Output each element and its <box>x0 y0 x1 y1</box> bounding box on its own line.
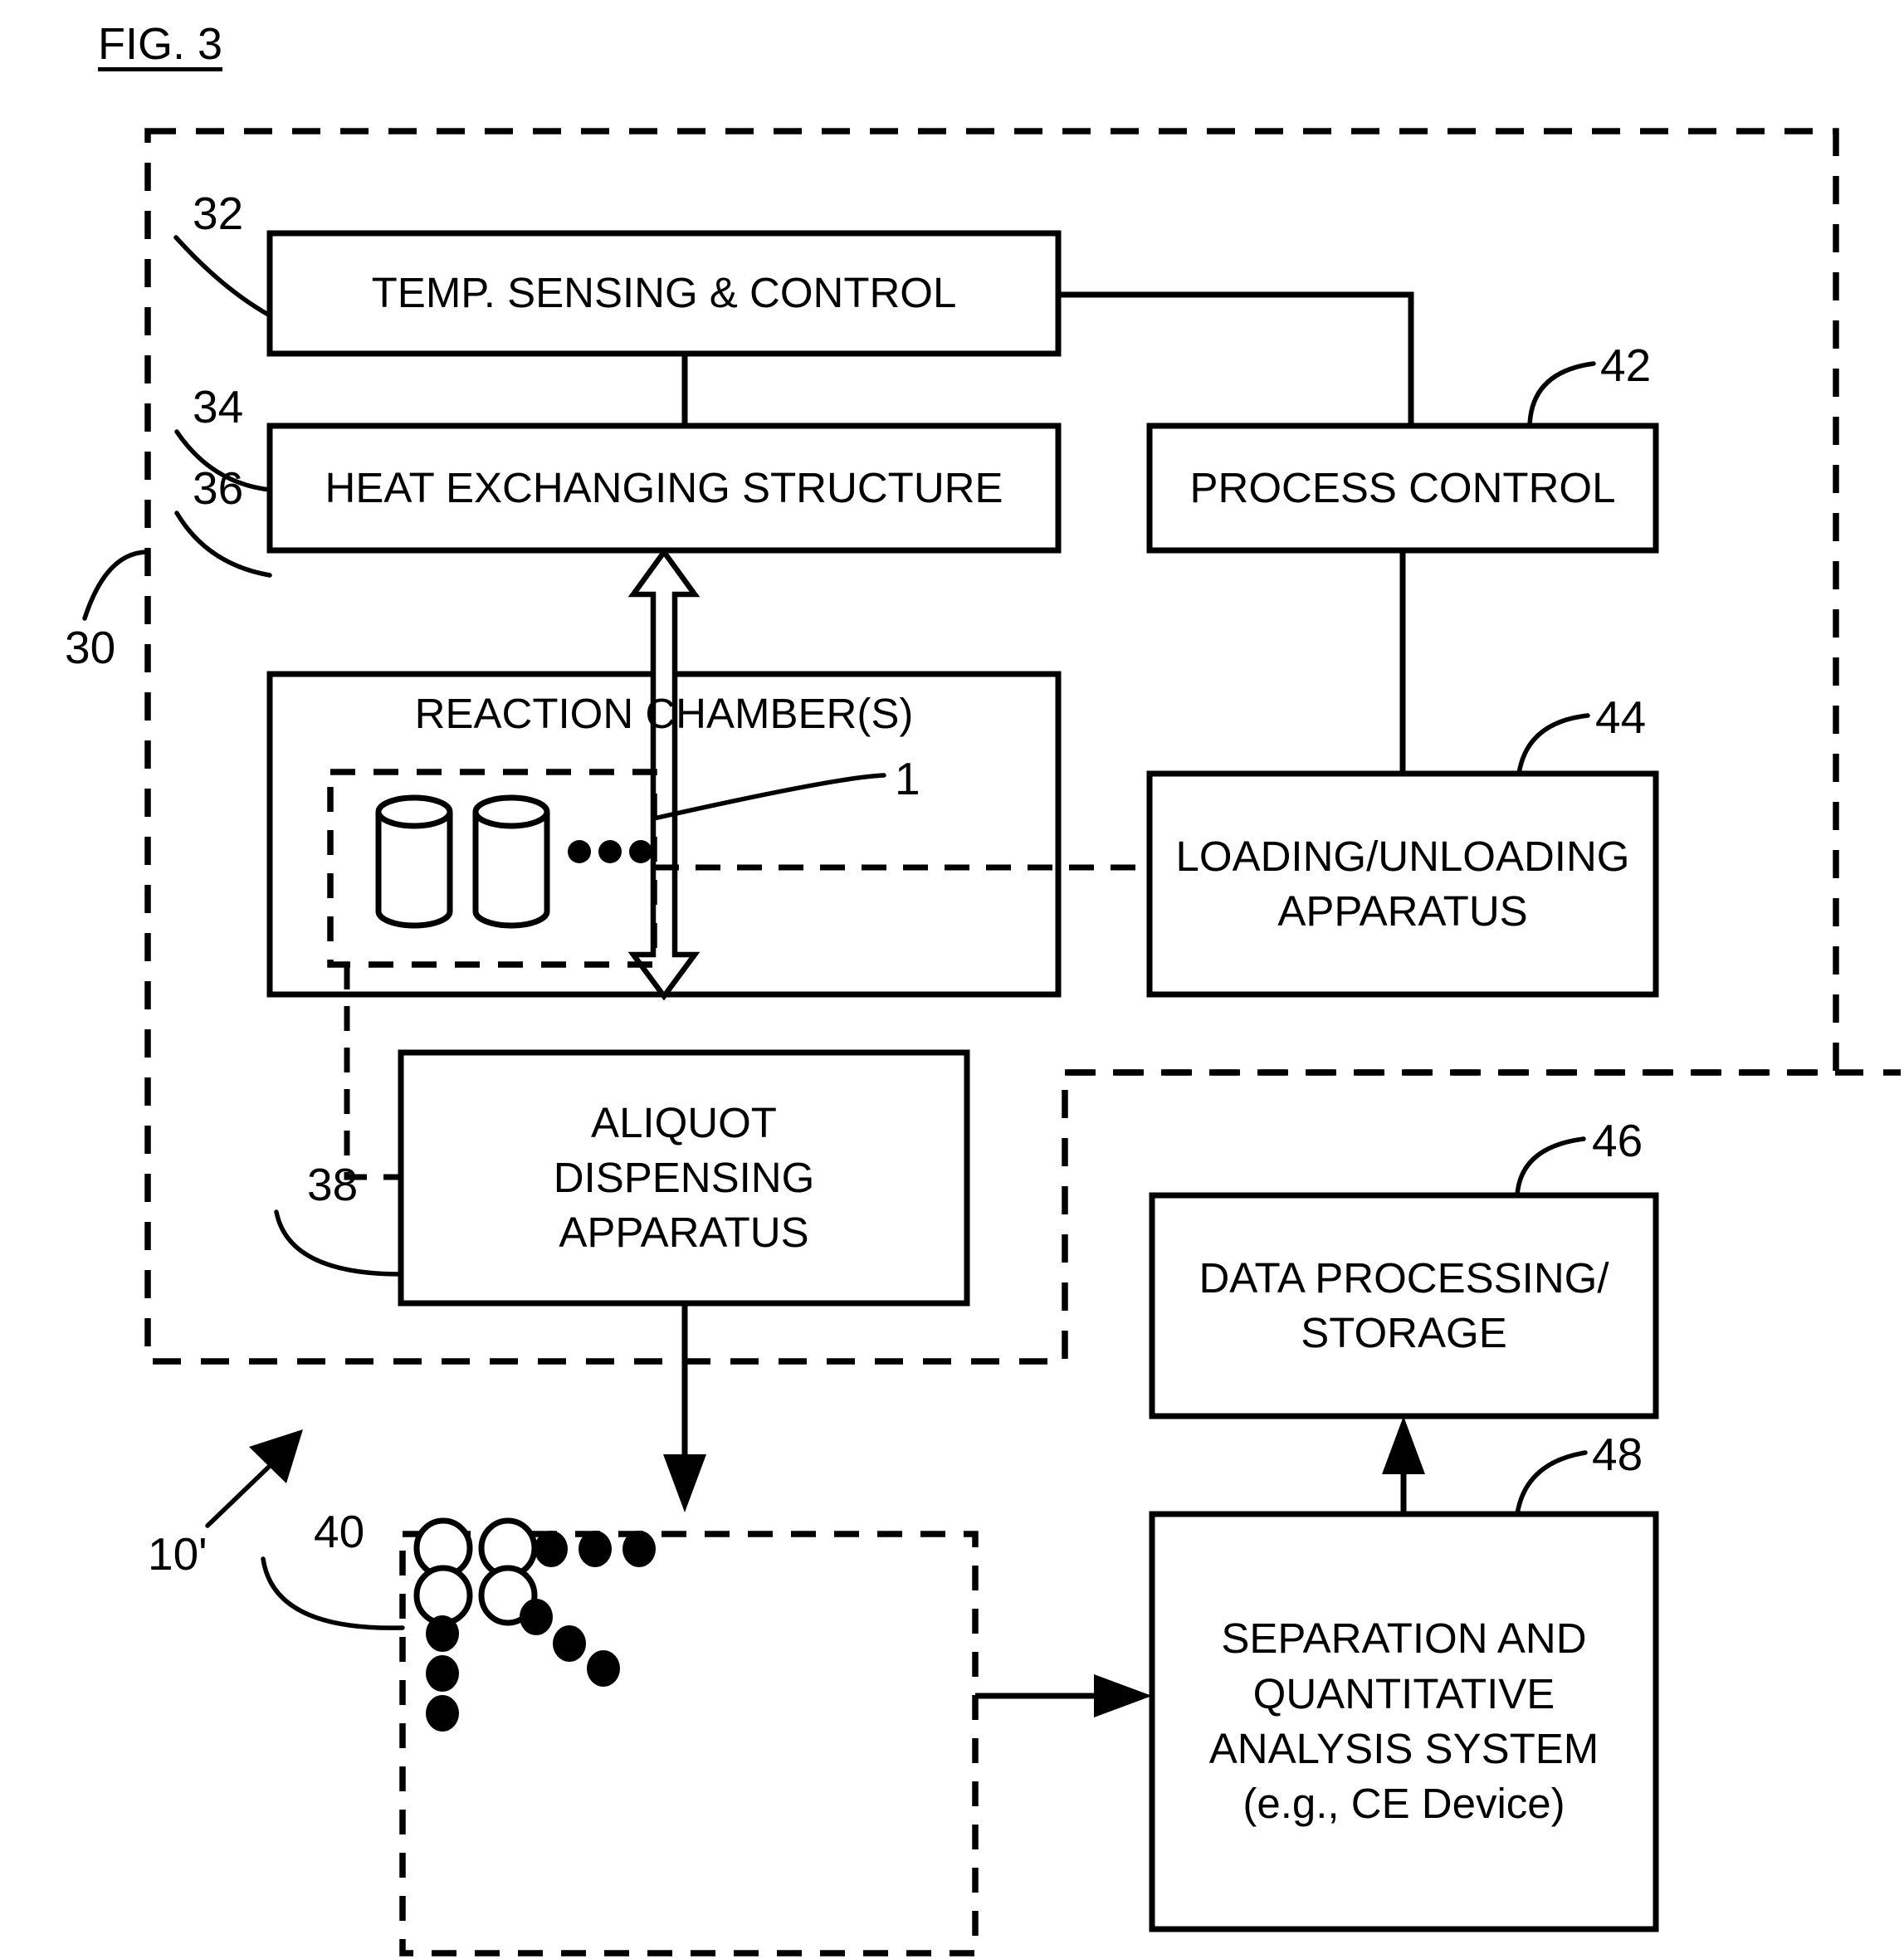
leader-44 <box>1516 713 1590 776</box>
refnum-36: 36 <box>193 462 244 514</box>
arrowhead-aliquot-to-array <box>663 1454 706 1512</box>
leader-36 <box>174 511 272 578</box>
label-aliquot-dispensing: ALIQUOT DISPENSING APPARATUS <box>553 1098 815 1257</box>
refnum-30: 30 <box>65 622 116 673</box>
refnum-40: 40 <box>314 1506 365 1557</box>
well-filled-diag-3 <box>587 1650 620 1687</box>
vial-ellipsis-dot-3 <box>629 840 652 863</box>
well-filled-col-2 <box>426 1655 459 1692</box>
well-filled-r1-2 <box>579 1531 612 1567</box>
label-process-control: PROCESS CONTROL <box>1189 463 1616 511</box>
refnum-46: 46 <box>1592 1115 1643 1166</box>
well-filled-diag-2 <box>553 1625 586 1662</box>
well-filled-col-3 <box>426 1695 459 1732</box>
well-filled-r1-3 <box>622 1531 656 1567</box>
vial-ellipsis-dot-1 <box>568 840 591 863</box>
refnum-34: 34 <box>193 381 244 432</box>
well-filled-r1-1 <box>535 1531 568 1567</box>
label-reaction-chamber: REACTION CHAMBER(S) <box>414 689 914 737</box>
reaction-vial-1 <box>375 812 453 929</box>
leader-46 <box>1515 1136 1586 1198</box>
leader-32 <box>173 235 272 318</box>
reaction-vial-2-top <box>472 794 550 829</box>
label-heat-exchanging: HEAT EXCHANGING STRUCTURE <box>325 463 1003 511</box>
refnum-38: 38 <box>307 1159 359 1210</box>
refnum-10-prime: 10' <box>148 1528 207 1580</box>
arrowhead-separation-to-data <box>1382 1416 1425 1474</box>
leader-48 <box>1515 1450 1588 1517</box>
well-filled-col-1 <box>426 1615 459 1652</box>
well-filled-diag-1 <box>520 1599 553 1635</box>
leader-42 <box>1527 361 1596 428</box>
figure-canvas: FIG. 3 TEMP. SENSING & CONTROL HEAT EXCH… <box>0 0 1904 1959</box>
vial-ellipsis-dot-2 <box>598 840 622 863</box>
arrowhead-array-to-separation <box>1094 1674 1152 1717</box>
leader-30 <box>82 550 150 621</box>
refnum-42: 42 <box>1600 340 1652 391</box>
label-loading-unloading: LOADING/UNLOADING APPARATUS <box>1175 832 1630 935</box>
leader-38 <box>274 1209 403 1277</box>
label-data-processing: DATA PROCESSING/ STORAGE <box>1199 1253 1609 1356</box>
connector-temp-to-process-control <box>1058 291 1414 426</box>
refnum-32: 32 <box>193 188 244 239</box>
refnum-1: 1 <box>895 753 920 804</box>
leader-40 <box>261 1556 405 1630</box>
reaction-vial-2 <box>472 812 550 929</box>
refnum-44: 44 <box>1595 691 1647 743</box>
label-separation-analysis: SEPARATION AND QUANTITATIVE ANALYSIS SYS… <box>1208 1615 1599 1828</box>
label-temp-sensing: TEMP. SENSING & CONTROL <box>371 269 957 317</box>
refnum-48: 48 <box>1592 1429 1643 1480</box>
reaction-vial-1-top <box>375 794 453 829</box>
well-open-3 <box>413 1565 473 1626</box>
